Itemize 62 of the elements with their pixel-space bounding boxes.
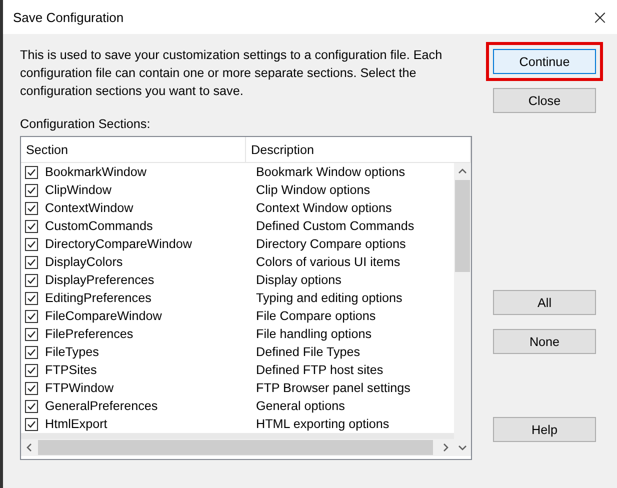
scrollbar-thumb[interactable] [455,180,470,272]
section-name: FilePreferences [45,327,134,341]
dialog-button[interactable]: Continue [493,49,596,74]
section-name: FileCompareWindow [45,309,162,323]
section-description: HTML exporting options [255,417,390,431]
section-description: Directory Compare options [255,237,406,251]
checkbox[interactable] [25,382,38,394]
section-description: Bookmark Window options [255,165,406,179]
scroll-up-icon[interactable] [458,167,467,176]
section-description: Defined FTP host sites [255,363,384,377]
column-header[interactable]: Section [21,137,246,162]
section-name: FTPWindow [45,381,114,395]
scroll-left-icon[interactable] [25,443,34,452]
close-button[interactable]: × [583,0,617,34]
checkbox[interactable] [25,418,38,430]
checkbox[interactable] [25,220,38,232]
checkbox[interactable] [25,184,38,196]
section-name: ContextWindow [45,201,134,215]
section-name: DisplayColors [45,255,123,269]
checkbox[interactable] [25,166,38,178]
section-name: GeneralPreferences [45,399,158,413]
section-description: FTP Browser panel settings [255,381,410,395]
checkbox[interactable] [25,364,38,376]
column-header[interactable]: Description [246,137,471,162]
scroll-down-icon[interactable] [458,443,467,452]
checkbox[interactable] [25,292,38,304]
section-description: Display options [255,273,342,287]
list-label: Configuration Sections: [20,116,152,132]
section-name: EditingPreferences [45,291,152,305]
section-name: FTPSites [45,363,97,377]
checkbox[interactable] [25,400,38,412]
checkbox[interactable] [25,256,38,268]
section-description: Defined File Types [255,345,360,359]
window-title: Save Configuration [13,10,124,24]
dialog-button[interactable]: Close [493,88,596,113]
section-name: CustomCommands [45,219,153,233]
section-name: DirectoryCompareWindow [45,237,192,251]
section-name: ClipWindow [45,183,112,197]
checkbox[interactable] [25,310,38,322]
checkbox[interactable] [25,238,38,250]
checkbox[interactable] [25,202,38,214]
section-name: HtmlExport [45,417,108,431]
section-description: File Compare options [255,309,376,323]
section-description: Typing and editing options [255,291,402,305]
checkbox[interactable] [25,346,38,358]
scrollbar-thumb[interactable] [38,440,433,455]
checkbox[interactable] [25,274,38,286]
section-description: Clip Window options [255,183,370,197]
section-description: File handling options [255,327,372,341]
section-description: Context Window options [255,201,392,215]
checkbox[interactable] [25,328,38,340]
dialog-button[interactable]: None [493,329,596,354]
section-name: BookmarkWindow [45,165,146,179]
scroll-right-icon[interactable] [441,443,450,452]
dialog-button[interactable]: Help [493,417,596,442]
intro-text: This is used to save your customization settings to a configuration file. Each configuration file can contain one or more separate sections. Select the configuration sections you want to save. [20,47,444,100]
section-description: Colors of various UI items [255,255,400,269]
section-description: Defined Custom Commands [255,219,414,233]
section-name: DisplayPreferences [45,273,154,287]
section-name: FileTypes [45,345,99,359]
section-description: General options [255,399,345,413]
dialog-button[interactable]: All [493,290,596,315]
